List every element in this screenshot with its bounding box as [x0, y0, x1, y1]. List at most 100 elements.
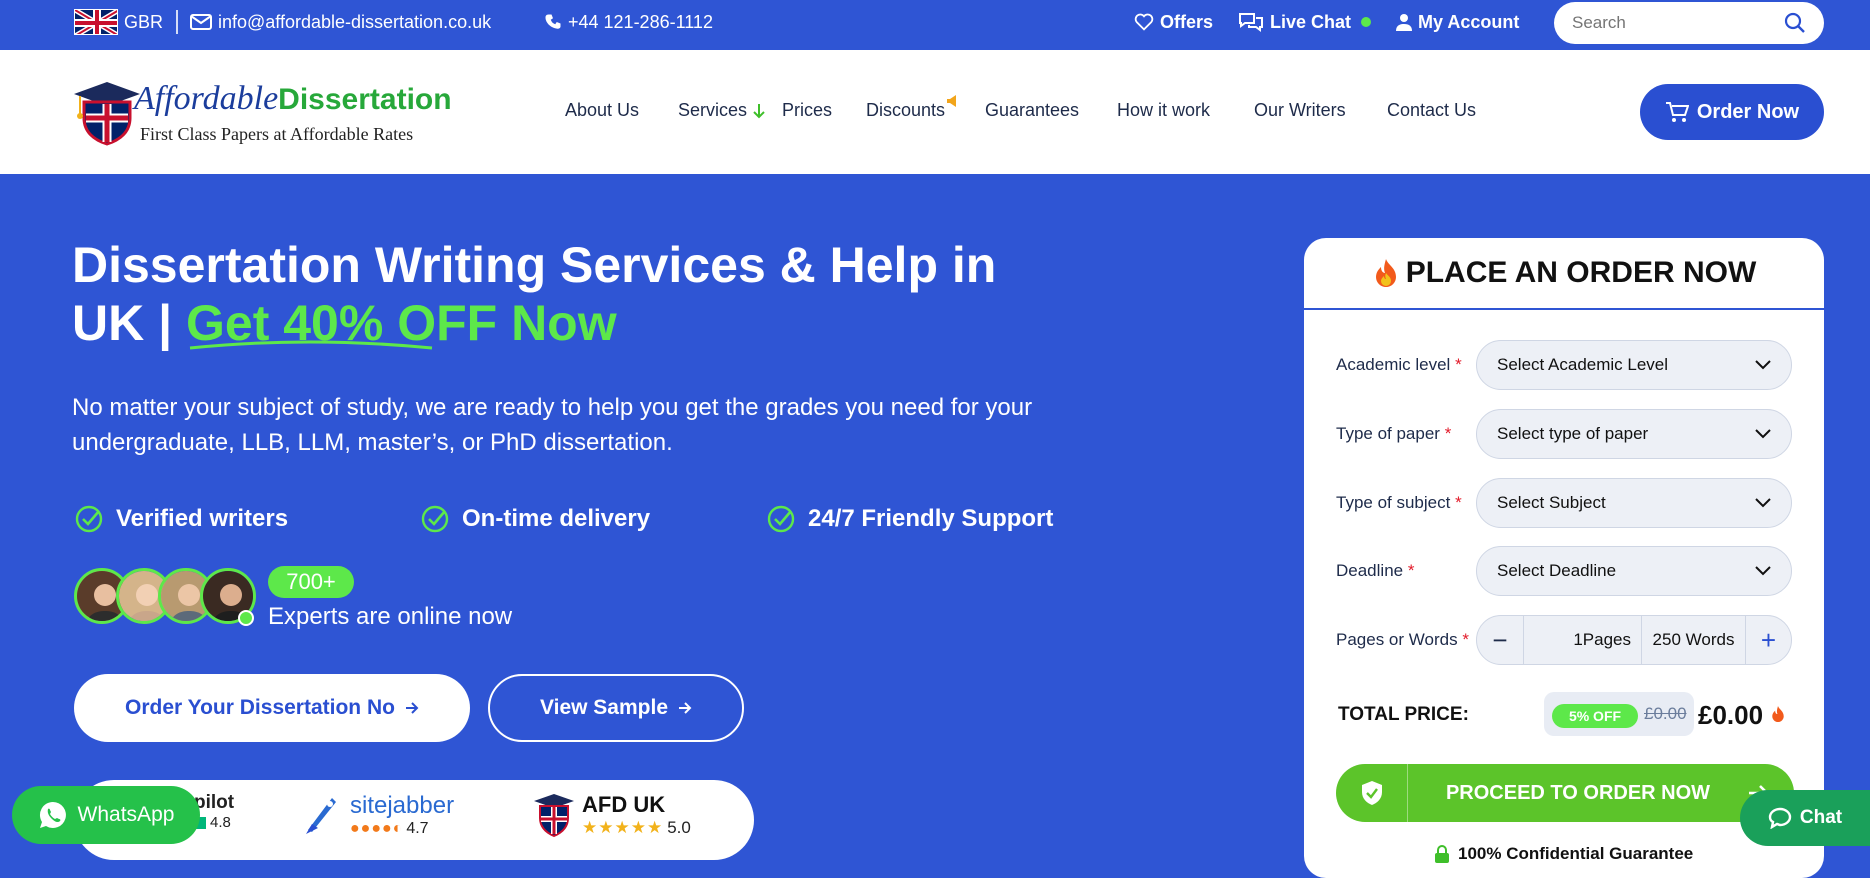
- logo-brand: AffordableDissertation: [134, 80, 452, 117]
- check-circle-icon: [767, 505, 795, 533]
- search-icon[interactable]: [1784, 12, 1806, 34]
- view-sample-label: View Sample: [539, 696, 668, 719]
- phone-icon: [545, 14, 561, 29]
- email-link[interactable]: info@affordable-dissertation.co.uk: [190, 0, 491, 44]
- experts-count-badge: 700+: [268, 566, 354, 598]
- deadline-value: Select Deadline: [1497, 561, 1617, 580]
- arrow-down-icon: [753, 104, 765, 119]
- live-chat-link[interactable]: Live Chat: [1238, 0, 1372, 44]
- subject-value: Select Subject: [1497, 493, 1606, 512]
- search-input[interactable]: [1572, 13, 1772, 33]
- rating-stars: ★★★★★: [582, 818, 664, 837]
- check-circle-icon: [75, 505, 103, 533]
- expert-avatars: [74, 568, 258, 626]
- decrease-pages-button[interactable]: −: [1477, 615, 1523, 665]
- confidential-text: 100% Confidential Guarantee: [1458, 844, 1694, 863]
- trustpilot-badge[interactable]: pilot 4.8: [194, 792, 234, 831]
- nav-our-writers[interactable]: Our Writers: [1254, 100, 1346, 121]
- whatsapp-icon: [39, 801, 66, 828]
- academic-level-value: Select Academic Level: [1497, 355, 1669, 374]
- my-account-label: My Account: [1418, 11, 1520, 32]
- order-dissertation-button[interactable]: Order Your Dissertation No: [74, 674, 470, 742]
- nav-discounts-label: Discounts: [866, 100, 946, 120]
- user-icon: [1396, 14, 1412, 31]
- fire-icon: [1772, 706, 1785, 722]
- megaphone-icon: [947, 95, 957, 107]
- deadline-label: Deadline *: [1336, 561, 1415, 580]
- discount-badge: 5% OFF: [1552, 704, 1638, 728]
- offers-label: Offers: [1160, 11, 1214, 32]
- crest-icon: [534, 794, 574, 838]
- rocket-icon: [306, 798, 336, 834]
- subject-select[interactable]: Select Subject: [1476, 478, 1792, 528]
- chat-bubbles-icon: [1239, 13, 1263, 32]
- nav-how-it-work[interactable]: How it work: [1117, 100, 1210, 121]
- email-text: info@affordable-dissertation.co.uk: [218, 11, 492, 32]
- paper-type-select[interactable]: Select type of paper: [1476, 409, 1792, 459]
- increase-pages-button[interactable]: +: [1745, 615, 1791, 665]
- feature-label: 24/7 Friendly Support: [808, 505, 1054, 532]
- deadline-select[interactable]: Select Deadline: [1476, 546, 1792, 596]
- final-price: £0.00: [1698, 700, 1786, 731]
- order-now-button[interactable]: Order Now: [1640, 84, 1824, 140]
- country-selector[interactable]: GBR: [74, 0, 163, 44]
- paper-type-label: Type of paper *: [1336, 424, 1452, 443]
- live-chat-label: Live Chat: [1270, 11, 1352, 32]
- nav-prices[interactable]: Prices: [782, 100, 832, 121]
- my-account-link[interactable]: My Account: [1396, 0, 1519, 44]
- hero-title-line1: Dissertation Writing Services & Help in: [72, 237, 997, 293]
- order-form-title: PLACE AN ORDER NOW: [1405, 256, 1757, 289]
- pages-label: Pages or Words *: [1336, 630, 1469, 649]
- academic-level-row: Academic level * Select Academic Level: [1336, 340, 1796, 390]
- trustpilot-rating: 4.8: [210, 814, 231, 831]
- order-form: PLACE AN ORDER NOW Academic level * Sele…: [1304, 238, 1824, 878]
- cart-icon: [1665, 102, 1689, 122]
- academic-level-label: Academic level *: [1336, 355, 1462, 374]
- offers-link[interactable]: Offers: [1134, 0, 1213, 44]
- hero-subtitle: No matter your subject of study, we are …: [72, 394, 1033, 456]
- online-indicator: [238, 610, 254, 626]
- feature-support: 24/7 Friendly Support: [766, 504, 1053, 534]
- chevron-down-icon: [1755, 360, 1771, 370]
- nav-discounts[interactable]: Discounts: [866, 95, 957, 121]
- afd-badge[interactable]: AFD UK ★★★★★ 5.0: [532, 792, 691, 838]
- rating-stars: ●●●●◐: [350, 820, 404, 837]
- pages-stepper: − 1Pages 250 Words +: [1476, 615, 1792, 665]
- academic-level-select[interactable]: Select Academic Level: [1476, 340, 1792, 390]
- afd-name: AFD UK: [582, 792, 666, 817]
- chat-button[interactable]: Chat: [1740, 790, 1870, 846]
- original-price: £0.00: [1644, 704, 1687, 723]
- confidential-guarantee: 100% Confidential Guarantee: [1434, 844, 1693, 864]
- check-circle-icon: [421, 505, 449, 533]
- chevron-down-icon: [1755, 566, 1771, 576]
- nav-guarantees[interactable]: Guarantees: [985, 100, 1079, 121]
- whatsapp-button[interactable]: WhatsApp: [12, 786, 200, 844]
- view-sample-button[interactable]: View Sample: [488, 674, 744, 742]
- logo-tagline: First Class Papers at Affordable Rates: [140, 124, 414, 144]
- proceed-order-label: PROCEED TO ORDER NOW: [1445, 781, 1711, 804]
- fire-icon: [1375, 259, 1396, 287]
- whatsapp-label: WhatsApp: [77, 803, 175, 826]
- total-price-row: TOTAL PRICE: 5% OFF £0.00 £0.00: [1338, 692, 1798, 738]
- order-now-label: Order Now: [1696, 100, 1800, 123]
- phone-link[interactable]: +44 121-286-1112: [544, 0, 713, 44]
- afd-rating: 5.0: [667, 818, 691, 837]
- nav-services-label: Services: [678, 100, 748, 120]
- chevron-down-icon: [1755, 429, 1771, 439]
- proceed-order-button[interactable]: PROCEED TO ORDER NOW: [1336, 764, 1794, 822]
- site-logo[interactable]: AffordableDissertation First Class Paper…: [72, 80, 452, 150]
- discount-box: 5% OFF £0.00: [1544, 692, 1694, 736]
- nav-services[interactable]: Services: [678, 100, 766, 121]
- sitejabber-badge[interactable]: sitejabber ●●●●◐ 4.7: [302, 792, 454, 838]
- pages-value[interactable]: 1Pages: [1523, 615, 1641, 665]
- feature-label: On-time delivery: [462, 505, 651, 532]
- nav-contact-us[interactable]: Contact Us: [1387, 100, 1476, 121]
- subject-label: Type of subject *: [1336, 493, 1462, 512]
- sitejabber-rating: 4.7: [406, 820, 429, 837]
- paper-type-value: Select type of paper: [1497, 424, 1649, 443]
- nav-about-us[interactable]: About Us: [565, 100, 639, 121]
- words-value: 250 Words: [1641, 615, 1745, 665]
- paper-type-row: Type of paper * Select type of paper: [1336, 409, 1796, 459]
- divider: [176, 10, 178, 34]
- total-price-label: TOTAL PRICE:: [1338, 704, 1469, 725]
